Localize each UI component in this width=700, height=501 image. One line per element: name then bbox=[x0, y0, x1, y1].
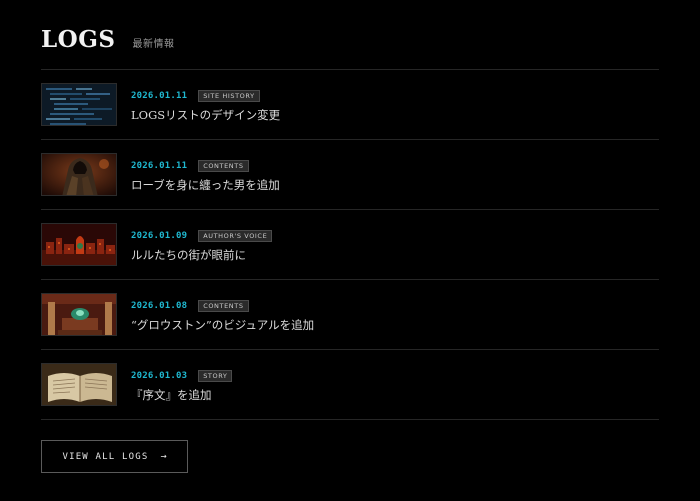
section-subtitle: 最新情報 bbox=[132, 39, 175, 50]
log-item[interactable]: 2026.01.09 AUTHOR'S VOICE ルルたちの街が眼前に bbox=[41, 210, 659, 280]
log-thumbnail-open-book[interactable] bbox=[41, 363, 117, 406]
log-title[interactable]: 『序文』を追加 bbox=[131, 387, 212, 403]
log-date: 2026.01.08 bbox=[131, 301, 188, 311]
section-header: LOGS 最新情報 bbox=[41, 26, 174, 56]
log-category-badge: AUTHOR'S VOICE bbox=[198, 230, 273, 242]
log-title[interactable]: LOGSリストのデザイン変更 bbox=[131, 107, 280, 123]
section-title: LOGS bbox=[41, 26, 116, 53]
log-thumbnail-glowstone-shrine[interactable] bbox=[41, 293, 117, 336]
log-category-badge: CONTENTS bbox=[198, 160, 249, 172]
log-category-badge: CONTENTS bbox=[198, 300, 249, 312]
log-item[interactable]: 2026.01.11 CONTENTS ローブを身に纏った男を追加 bbox=[41, 140, 659, 210]
log-category-badge: SITE HISTORY bbox=[198, 90, 260, 102]
log-date: 2026.01.11 bbox=[131, 91, 188, 101]
log-thumbnail-code-screen[interactable] bbox=[41, 83, 117, 126]
log-item[interactable]: 2026.01.11 SITE HISTORY LOGSリストのデザイン変更 bbox=[41, 70, 659, 140]
view-all-label: VIEW ALL LOGS bbox=[62, 451, 149, 462]
log-meta: 2026.01.03 STORY bbox=[131, 370, 233, 382]
log-meta: 2026.01.09 AUTHOR'S VOICE bbox=[131, 230, 273, 242]
view-all-logs-button[interactable]: VIEW ALL LOGS → bbox=[41, 440, 188, 473]
log-date: 2026.01.09 bbox=[131, 231, 188, 241]
log-title[interactable]: ローブを身に纏った男を追加 bbox=[131, 177, 280, 193]
log-category-badge: STORY bbox=[198, 370, 233, 382]
log-thumbnail-red-city[interactable] bbox=[41, 223, 117, 266]
log-title[interactable]: ルルたちの街が眼前に bbox=[131, 247, 246, 263]
arrow-right-icon: → bbox=[160, 451, 167, 462]
log-date: 2026.01.03 bbox=[131, 371, 188, 381]
log-item[interactable]: 2026.01.03 STORY 『序文』を追加 bbox=[41, 350, 659, 420]
logs-list: 2026.01.11 SITE HISTORY LOGSリストのデザイン変更 2… bbox=[41, 70, 659, 420]
log-meta: 2026.01.08 CONTENTS bbox=[131, 300, 249, 312]
log-title[interactable]: “グロウストン”のビジュアルを追加 bbox=[131, 317, 314, 333]
log-thumbnail-robed-man[interactable] bbox=[41, 153, 117, 196]
log-date: 2026.01.11 bbox=[131, 161, 188, 171]
log-meta: 2026.01.11 CONTENTS bbox=[131, 160, 249, 172]
log-meta: 2026.01.11 SITE HISTORY bbox=[131, 90, 260, 102]
log-item[interactable]: 2026.01.08 CONTENTS “グロウストン”のビジュアルを追加 bbox=[41, 280, 659, 350]
